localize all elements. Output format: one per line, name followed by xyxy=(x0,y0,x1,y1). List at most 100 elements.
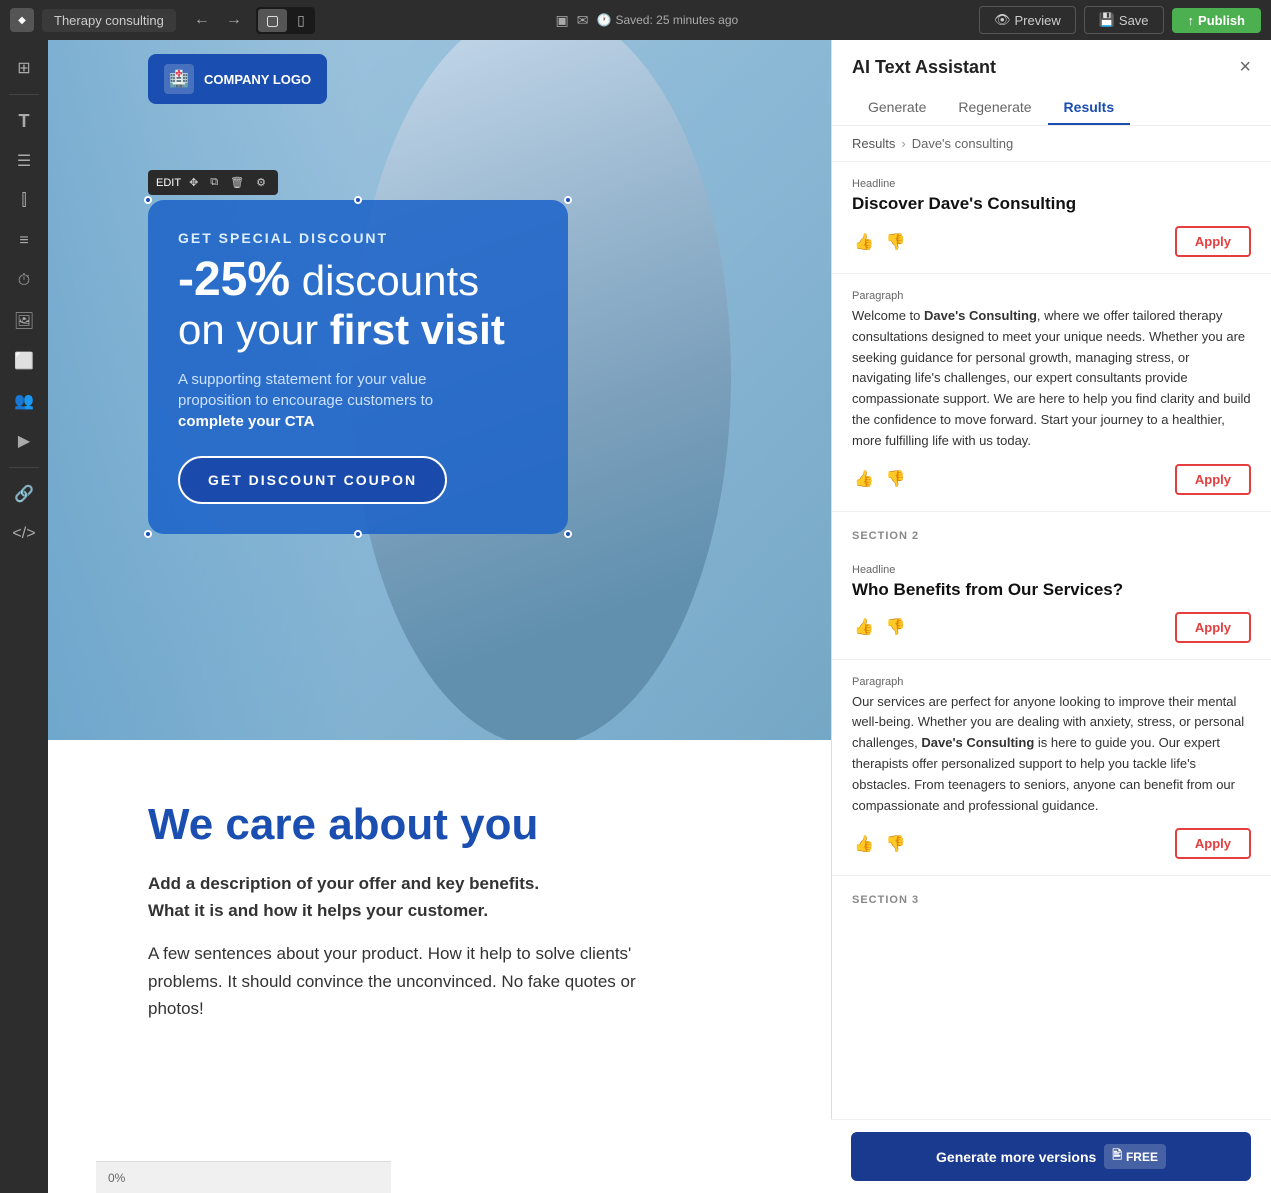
sidebar-icon-crop[interactable]: ⬜ xyxy=(6,343,42,379)
para-2-actions: 👍 👎 Apply xyxy=(852,828,1251,859)
generate-more-button[interactable]: Generate more versions 🖹 FREE xyxy=(851,1132,1251,1181)
badge-icon: 🖹 xyxy=(1112,1146,1122,1167)
layout-icon-button[interactable]: ▣ xyxy=(556,12,569,29)
discount-label: GET SPECIAL DISCOUNT xyxy=(178,230,538,246)
tab-generate[interactable]: Generate xyxy=(852,91,942,125)
ai-results-scroll[interactable]: Headline Discover Dave's Consulting 👍 👎 … xyxy=(832,162,1271,1193)
edit-delete-button[interactable]: 🗑 xyxy=(226,174,248,191)
para-1-text: Welcome to Dave's Consulting, where we o… xyxy=(852,306,1251,452)
sidebar-icon-link[interactable]: 🔗 xyxy=(6,476,42,512)
headline-1-section: Headline Discover Dave's Consulting 👍 👎 … xyxy=(832,162,1271,274)
sidebar-divider-2 xyxy=(9,467,39,468)
breadcrumb-parent[interactable]: Results xyxy=(852,136,895,151)
sidebar-icon-timer[interactable]: ⏱ xyxy=(6,263,42,299)
headline-2-label: Headline xyxy=(852,564,1251,576)
left-sidebar: ⊞ T ☰ ⫿ ≡ ⏱ 🖼 ⬜ 👥 ▶ 🔗 </> xyxy=(0,40,48,1193)
para-1-label: Paragraph xyxy=(852,290,1251,302)
sidebar-icon-grid[interactable]: ⊞ xyxy=(6,50,42,86)
section-2-label: SECTION 2 xyxy=(852,530,919,542)
handle-tc xyxy=(354,196,362,204)
company-logo: 🏥 COMPANY LOGO xyxy=(148,54,327,104)
toolbar-center: ▣ ✉ 🕐 Saved: 25 minutes ago xyxy=(323,12,971,29)
device-switcher: ▢ ▯ xyxy=(256,7,315,34)
ai-panel-title: AI Text Assistant xyxy=(852,57,996,78)
status-bar: 0% xyxy=(96,1161,391,1193)
ai-tabs: Generate Regenerate Results xyxy=(852,91,1251,125)
edit-settings-button[interactable]: ⚙ xyxy=(252,174,270,191)
headline-2-apply-button[interactable]: Apply xyxy=(1175,612,1251,643)
handle-tr xyxy=(564,196,572,204)
zoom-level: 0% xyxy=(108,1171,125,1185)
tab-results[interactable]: Results xyxy=(1048,91,1131,125)
headline-1-thumbup[interactable]: 👍 xyxy=(852,230,876,254)
saved-status: 🕐 Saved: 25 minutes ago xyxy=(597,12,739,29)
sidebar-icon-code[interactable]: </> xyxy=(6,516,42,552)
main-layout: ⊞ T ☰ ⫿ ≡ ⏱ 🖼 ⬜ 👥 ▶ 🔗 </> xyxy=(0,40,1271,1193)
para-2-thumbdown[interactable]: 👎 xyxy=(884,832,908,856)
edit-copy-button[interactable]: ⧉ xyxy=(206,174,222,191)
handle-tl xyxy=(144,196,152,204)
desktop-view-button[interactable]: ▢ xyxy=(258,9,287,32)
headline-1-apply-button[interactable]: Apply xyxy=(1175,226,1251,257)
edit-move-button[interactable]: ✥ xyxy=(185,174,202,191)
headline-2-thumbdown[interactable]: 👎 xyxy=(884,615,908,639)
logo-icon: 🏥 xyxy=(164,64,194,94)
tab-regenerate[interactable]: Regenerate xyxy=(942,91,1047,125)
undo-button[interactable]: ← xyxy=(188,9,216,31)
breadcrumb-separator: › xyxy=(901,136,905,151)
sidebar-icon-image[interactable]: 🖼 xyxy=(6,303,42,339)
sidebar-icon-columns[interactable]: ⫿ xyxy=(6,183,42,219)
section-2-divider: SECTION 2 xyxy=(832,512,1271,548)
headline-1-label: Headline xyxy=(852,178,1251,190)
supporting-text: A supporting statement for your value pr… xyxy=(178,369,538,432)
upload-icon: ↑ xyxy=(1188,13,1195,28)
para-1-apply-button[interactable]: Apply xyxy=(1175,464,1251,495)
headline-1-title: Discover Dave's Consulting xyxy=(852,194,1251,214)
ai-panel-footer: Generate more versions 🖹 FREE xyxy=(831,1119,1271,1193)
sidebar-divider-1 xyxy=(9,94,39,95)
section-3-divider: SECTION 3 xyxy=(832,876,1271,912)
mobile-view-button[interactable]: ▯ xyxy=(289,9,313,32)
canvas-wrapper: 🏥 COMPANY LOGO EDIT ✥ ⧉ 🗑 ⚙ xyxy=(48,40,831,1193)
sidebar-icon-media[interactable]: ▶ xyxy=(6,423,42,459)
save-icon: 💾 xyxy=(1099,12,1115,28)
para-2-apply-button[interactable]: Apply xyxy=(1175,828,1251,859)
redo-button[interactable]: → xyxy=(220,9,248,31)
ai-panel-header: AI Text Assistant × Generate Regenerate … xyxy=(832,40,1271,126)
section-2-desc-bold: Add a description of your offer and key … xyxy=(148,870,668,924)
preview-button[interactable]: 👁 Preview xyxy=(979,6,1076,34)
save-button[interactable]: 💾 Save xyxy=(1084,6,1164,34)
headline-1-thumbdown[interactable]: 👎 xyxy=(884,230,908,254)
page-tab[interactable]: Therapy consulting xyxy=(42,9,176,32)
section-2-headline: We care about you xyxy=(148,800,731,850)
generate-more-label: Generate more versions xyxy=(936,1149,1096,1165)
publish-button[interactable]: ↑ Publish xyxy=(1172,8,1261,33)
headline-2-thumbup[interactable]: 👍 xyxy=(852,615,876,639)
section-2: We care about you Add a description of y… xyxy=(48,740,831,1062)
para-2-thumbup[interactable]: 👍 xyxy=(852,832,876,856)
cta-button[interactable]: GET DISCOUNT COUPON xyxy=(178,456,447,504)
para-1-actions: 👍 👎 Apply xyxy=(852,464,1251,495)
section-3-label: SECTION 3 xyxy=(852,894,919,906)
headline-2-title: Who Benefits from Our Services? xyxy=(852,580,1251,600)
para-1-thumbdown[interactable]: 👎 xyxy=(884,467,908,491)
sidebar-icon-text[interactable]: T xyxy=(6,103,42,139)
handle-br xyxy=(564,530,572,538)
para-2-label: Paragraph xyxy=(852,676,1251,688)
page-content: 🏥 COMPANY LOGO EDIT ✥ ⧉ 🗑 ⚙ xyxy=(48,40,831,1193)
breadcrumb-current: Dave's consulting xyxy=(912,136,1013,151)
headline-2-section: Headline Who Benefits from Our Services?… xyxy=(832,548,1271,660)
para-1-section: Paragraph Welcome to Dave's Consulting, … xyxy=(832,274,1271,512)
ai-panel-close-button[interactable]: × xyxy=(1239,56,1251,79)
headline-2-actions: 👍 👎 Apply xyxy=(852,612,1251,643)
blue-card[interactable]: EDIT ✥ ⧉ 🗑 ⚙ GET SPECIAL xyxy=(148,200,568,534)
para-1-thumbup[interactable]: 👍 xyxy=(852,467,876,491)
sidebar-icon-rows[interactable]: ☰ xyxy=(6,143,42,179)
section-2-para: A few sentences about your product. How … xyxy=(148,940,668,1022)
ai-panel: AI Text Assistant × Generate Regenerate … xyxy=(831,40,1271,1193)
headline-1-actions: 👍 👎 Apply xyxy=(852,226,1251,257)
sidebar-icon-users[interactable]: 👥 xyxy=(6,383,42,419)
toolbar-right: 👁 Preview 💾 Save ↑ Publish xyxy=(979,6,1261,34)
sidebar-icon-list[interactable]: ≡ xyxy=(6,223,42,259)
mail-icon-button[interactable]: ✉ xyxy=(577,12,589,29)
